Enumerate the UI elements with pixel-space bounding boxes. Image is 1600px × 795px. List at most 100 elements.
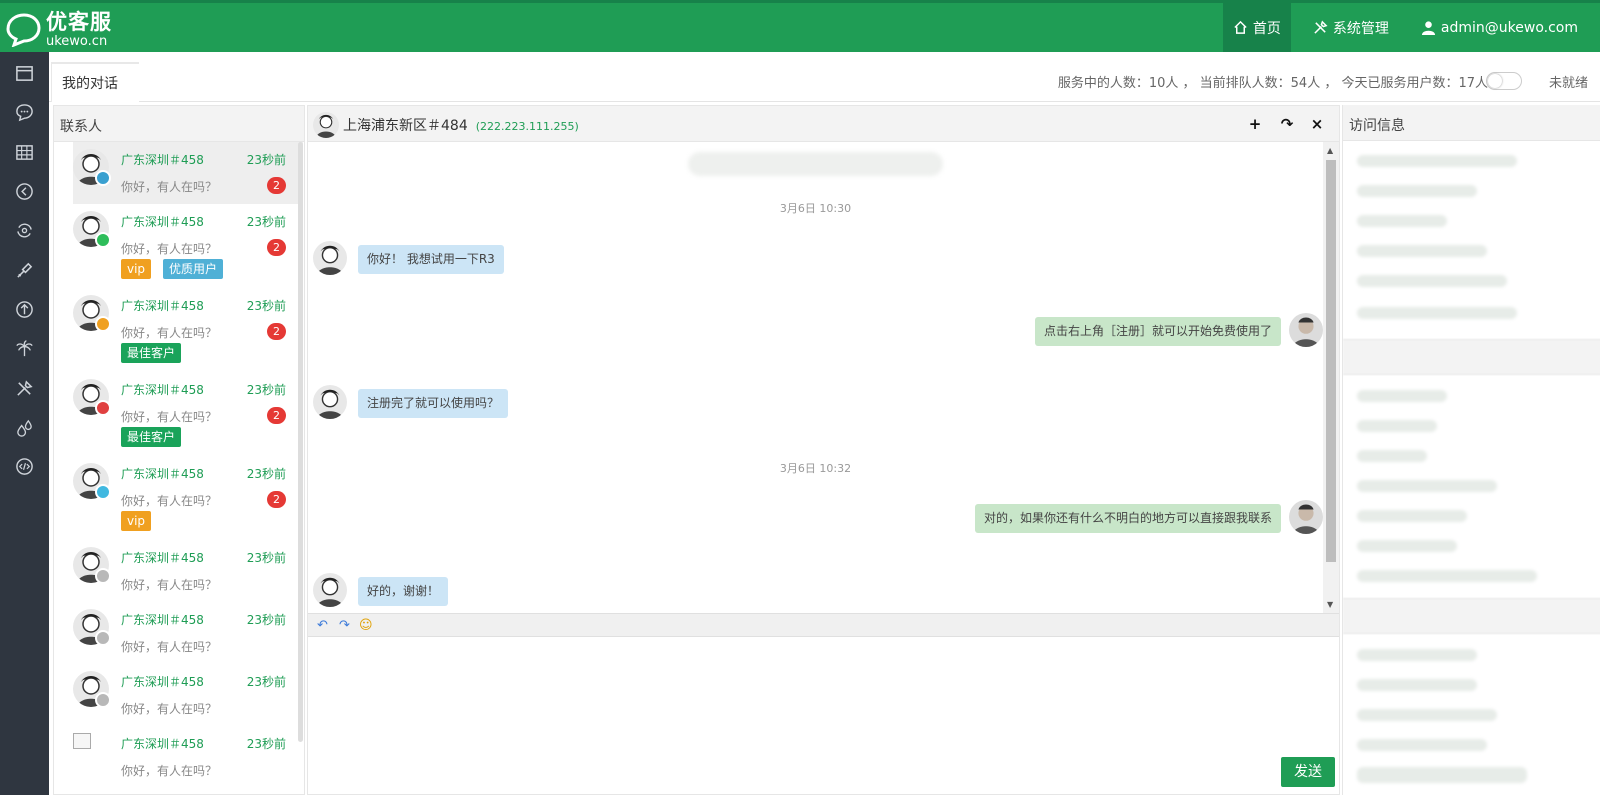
contact-item[interactable]: 广东深圳＃458 23秒前 你好，有人在吗？ [73,602,303,664]
blurred-info-row [1357,709,1497,721]
unread-badge: 2 [267,407,286,424]
brand-url: ukewo.cn [46,34,108,49]
contact-name: 广东深圳＃458 [121,613,204,627]
blurred-info-row [1357,275,1507,287]
chat-icon [16,104,33,122]
contact-time: 23秒前 [246,467,286,481]
contact-item[interactable]: 广东深圳＃458 23秒前 你好，有人在吗？ [73,726,303,788]
contact-last-message: 你好，有人在吗？ [121,242,218,256]
message-timestamp: 3月6日 10:32 [779,462,852,475]
agent-avatar-icon [1289,313,1323,347]
nav-home-label: 首页 [1252,20,1281,37]
blurred-info-row [1357,245,1487,257]
contact-item[interactable]: 广东深圳＃458 23秒前 你好，有人在吗？ [73,664,303,726]
blurred-info-row [1357,450,1427,462]
contact-name: 广东深圳＃458 [121,215,204,229]
chat-title: 上海浦东新区＃484 (222.223.111.255) [343,115,579,135]
chat-scroll-thumb[interactable] [1326,160,1336,562]
message-input[interactable] [308,637,1339,754]
settings-cycle-icon [17,223,32,238]
emoji-icon[interactable]: ☺ [359,618,373,633]
web-offline-channel-icon [95,568,111,584]
sidebar-brush-button[interactable] [0,250,49,289]
brush-icon [17,262,33,278]
contact-item[interactable]: 广东深圳＃458 23秒前 你好，有人在吗？ 2 vip [73,456,303,540]
blurred-info-row [1357,540,1457,552]
contact-last-message: 你好，有人在吗？ [121,494,218,508]
close-button[interactable]: × [1303,110,1331,138]
contact-last-message: 你好，有人在吗？ [121,578,218,592]
blurred-info-row [1357,307,1517,319]
contact-item[interactable]: 广东深圳＃458 23秒前 你好，有人在吗？ 2 最佳客户 [73,288,303,372]
sidebar-grid-button[interactable] [0,133,49,172]
contact-last-message: 你好，有人在吗？ [121,640,218,654]
scroll-down-arrow-icon[interactable]: ▼ [1327,600,1333,609]
contact-name: 广东深圳＃458 [121,737,204,751]
contact-name: 广东深圳＃458 [121,153,204,167]
add-button[interactable]: + [1241,110,1269,138]
customer-tag[interactable]: 最佳客户 [121,427,182,447]
blurred-notice [688,152,943,176]
agent-avatar-icon [1289,500,1323,534]
contacts-scrollbar[interactable] [298,142,303,742]
ready-status-toggle[interactable] [1486,72,1522,90]
unread-badge: 2 [267,491,286,508]
service-stats: 服务中的人数：10人 ， 当前排队人数：54人 ， 今天已服务用户数：17人 [1057,76,1488,91]
contact-time: 23秒前 [246,299,286,313]
sidebar-cycle-button[interactable] [0,211,49,250]
send-button[interactable]: 发送 [1281,757,1335,787]
sidebar-palm-button[interactable] [0,329,49,368]
nav-user-label: admin@ukewo.com [1440,19,1578,36]
contact-item[interactable]: 广东深圳＃458 23秒前你好，有人在吗？ 2 vip 优质用户 [73,204,303,288]
sidebar-code-button[interactable] [0,447,49,486]
outgoing-message: 点击右上角［注册］就可以开始免费使用了 [1034,317,1281,346]
back-circle-icon [16,183,33,200]
nav-system-label: 系统管理 [1332,20,1389,37]
unread-badge: 2 [267,239,286,256]
chat-visitor-name: 上海浦东新区＃484 [343,118,468,134]
sidebar-upload-button[interactable] [0,290,49,329]
contact-item[interactable]: 广东深圳＃458 23秒前 你好，有人在吗？ 2 [73,142,303,204]
message-timestamp: 3月6日 10:30 [779,202,852,215]
customer-tag[interactable]: vip [121,259,152,279]
contact-item[interactable]: 广东深圳＃458 23秒前 你好，有人在吗？ 2 最佳客户 [73,372,303,456]
tab-my-conversations[interactable]: 我的对话 [51,62,139,102]
chat-scrollbar[interactable]: ▲ ▼ [1323,142,1339,613]
customer-tag[interactable]: vip [121,511,152,531]
sub-header: 我的对话 服务中的人数：10人 ， 当前排队人数：54人 ， 今天已服务用户数：… [49,52,1600,102]
contact-item[interactable]: 广东深圳＃458 23秒前 你好，有人在吗？ [73,540,303,602]
contact-name: 广东深圳＃458 [121,551,204,565]
web-offline-channel-icon [95,692,111,708]
visitor-avatar [313,112,339,138]
blurred-info-row [1357,215,1447,227]
forward-button[interactable]: ↷ [1273,110,1301,138]
sidebar-back-button[interactable] [0,172,49,211]
contact-time: 23秒前 [246,675,286,689]
agent-message-avatar [1289,313,1323,347]
sidebar-chat-button[interactable] [0,93,49,132]
nav-home[interactable]: 首页 [1222,3,1291,52]
tools-icon [17,379,33,396]
undo-icon[interactable]: ↶ [317,618,328,633]
nav-system[interactable]: 系统管理 [1303,3,1399,52]
editor-toolbar: ↶ ↷ ☺ [308,613,1339,637]
sidebar-drops-button[interactable] [0,408,49,447]
app-channel-icon [95,316,111,332]
blurred-info-row [1357,739,1487,751]
blurred-info-row [1357,649,1477,661]
contact-name: 广东深圳＃458 [121,299,204,313]
customer-tag[interactable]: 优质用户 [163,259,224,279]
logo[interactable]: 优客服 ukewo.cn [4,9,112,51]
left-sidebar [0,52,49,795]
sidebar-window-button[interactable] [0,54,49,93]
sidebar-tools-button[interactable] [0,368,49,407]
scroll-up-arrow-icon[interactable]: ▲ [1327,146,1333,155]
unread-badge: 2 [267,177,286,194]
ready-status-label: 未就绪 [1548,76,1588,91]
nav-user[interactable]: admin@ukewo.com [1411,3,1588,52]
contact-time: 23秒前 [246,383,286,397]
customer-tag[interactable]: 最佳客户 [121,343,182,363]
drops-icon [17,419,32,437]
redo-icon[interactable]: ↷ [339,618,350,633]
contact-time: 23秒前 [246,215,286,229]
